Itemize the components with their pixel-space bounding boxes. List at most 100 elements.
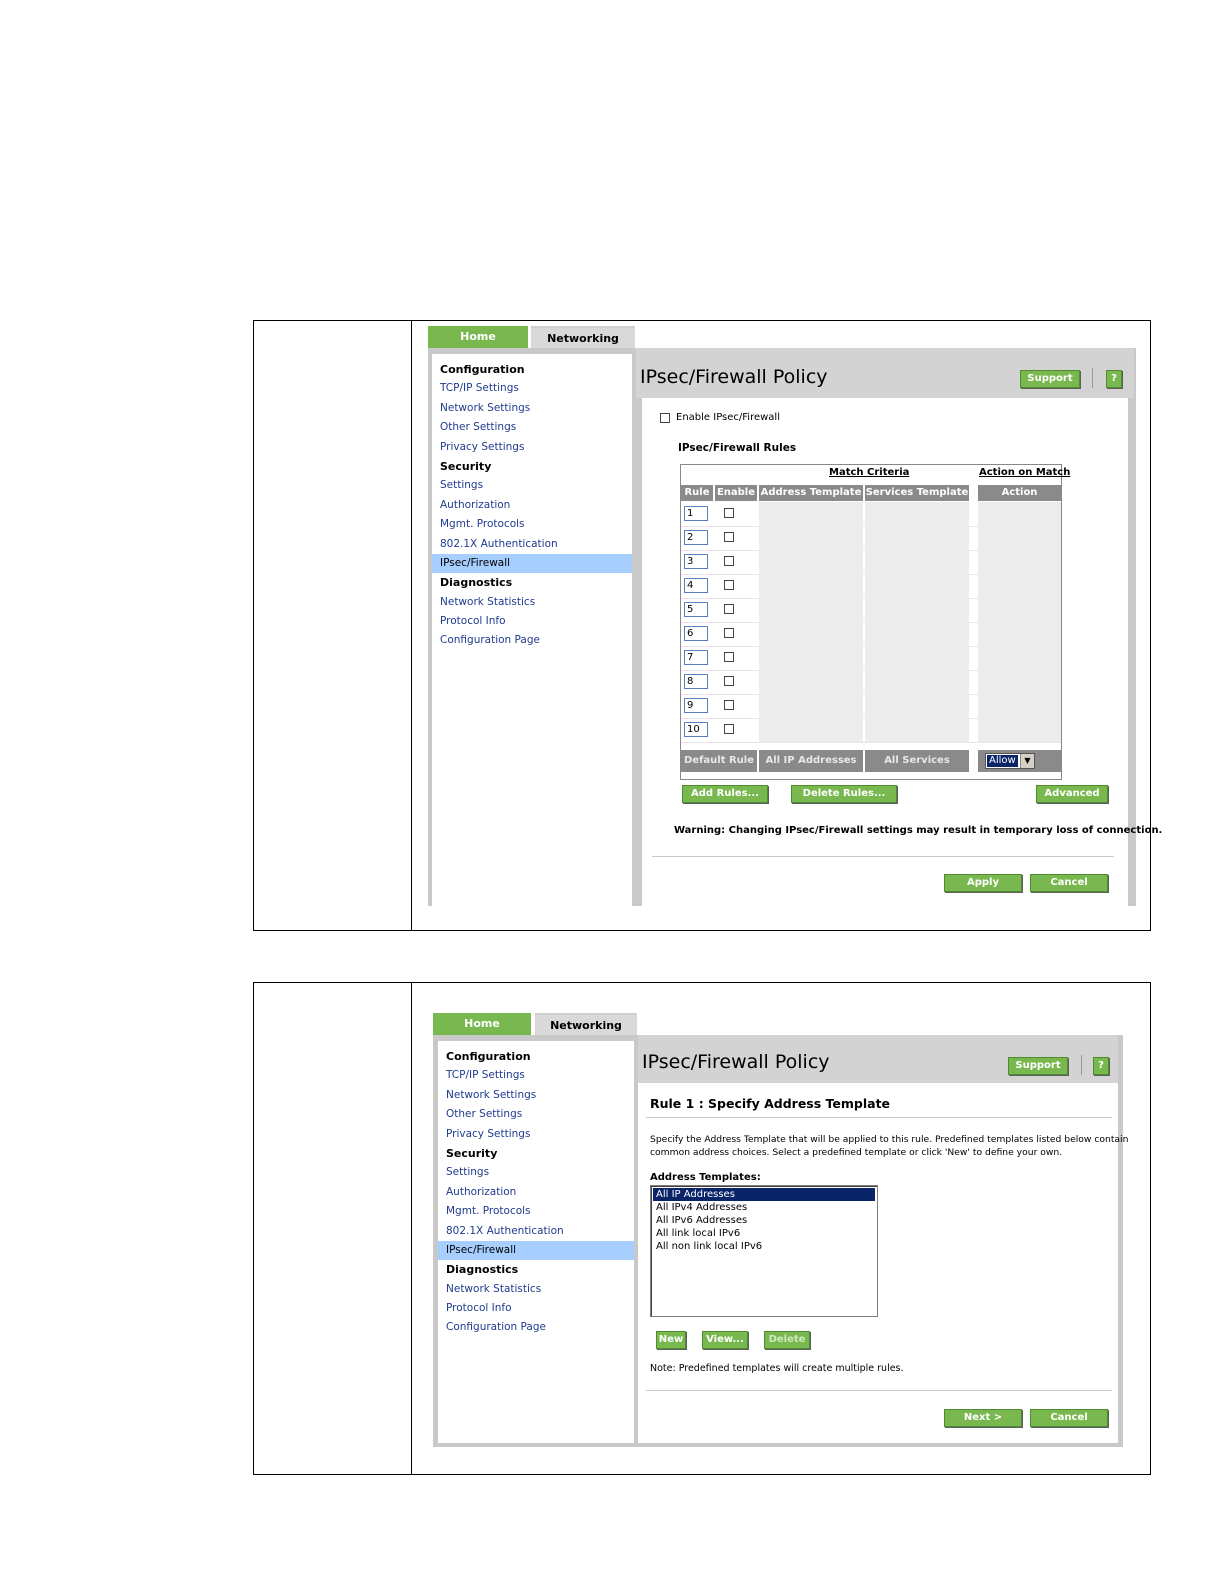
cancel-button-2[interactable]: Cancel (1030, 1409, 1108, 1427)
enable-ipsec-label: Enable IPsec/Firewall (676, 412, 780, 423)
sidebar-item-802-1x-authentication[interactable]: 802.1X Authentication (438, 1222, 634, 1241)
sidebar-item-protocol-info[interactable]: Protocol Info (432, 612, 632, 631)
action-cell (978, 646, 1061, 670)
column-headers: Rule Enable Address Template Services Te… (681, 485, 1061, 501)
address-template-cell (759, 694, 863, 718)
screen-address-template: Home Networking Configuration TCP/IP Sett… (433, 1013, 1128, 1447)
sidebar-item-authorization[interactable]: Authorization (432, 496, 632, 515)
rule-number-input[interactable]: 5 (684, 602, 708, 617)
template-options: All IP Addresses All IPv4 Addresses All IP… (653, 1188, 875, 1253)
sidebar-item-network-statistics[interactable]: Network Statistics (438, 1280, 634, 1299)
rule-enable-checkbox[interactable] (724, 700, 734, 710)
services-template-cell (865, 718, 969, 742)
action-cell (978, 598, 1061, 622)
template-option[interactable]: All IPv6 Addresses (653, 1214, 875, 1227)
sidebar-item-network-settings[interactable]: Network Settings (432, 399, 632, 418)
table-row: 3 (681, 550, 1061, 575)
apply-button[interactable]: Apply (944, 874, 1022, 892)
template-option[interactable]: All IPv4 Addresses (653, 1201, 875, 1214)
template-option[interactable]: All IP Addresses (653, 1188, 875, 1201)
sidebar-item-authorization[interactable]: Authorization (438, 1183, 634, 1202)
col-action: Action (978, 485, 1061, 501)
rule-enable-checkbox[interactable] (724, 652, 734, 662)
sidebar-item-tcp-ip-settings[interactable]: TCP/IP Settings (432, 379, 632, 398)
next-button[interactable]: Next > (944, 1409, 1022, 1427)
rule-number-input[interactable]: 6 (684, 626, 708, 641)
support-button-2[interactable]: Support (1008, 1057, 1068, 1075)
delete-button[interactable]: Delete (764, 1331, 810, 1349)
sidebar-item-tcp-ip-settings[interactable]: TCP/IP Settings (438, 1066, 634, 1085)
rule-number-input[interactable]: 2 (684, 530, 708, 545)
sidebar-item-mgmt-protocols[interactable]: Mgmt. Protocols (438, 1202, 634, 1221)
rule-number-input[interactable]: 1 (684, 506, 708, 521)
nav-list: Configuration TCP/IP Settings Network Sett… (432, 360, 632, 651)
sidebar-item-other-settings[interactable]: Other Settings (438, 1105, 634, 1124)
delete-rules-button[interactable]: Delete Rules... (791, 785, 897, 803)
col-rule: Rule (681, 485, 713, 501)
table-row: 10 (681, 718, 1061, 743)
sidebar-item-configuration-page[interactable]: Configuration Page (432, 631, 632, 650)
sidebar-item-privacy-settings[interactable]: Privacy Settings (438, 1125, 634, 1144)
action-cell (978, 718, 1061, 742)
rule-number-input[interactable]: 7 (684, 650, 708, 665)
add-rules-button[interactable]: Add Rules... (682, 785, 768, 803)
rule-enable-checkbox[interactable] (724, 676, 734, 686)
help-button-2[interactable]: ? (1093, 1057, 1109, 1075)
default-address: All IP Addresses (759, 750, 863, 772)
rule-enable-checkbox[interactable] (724, 508, 734, 518)
enable-ipsec-checkbox[interactable] (660, 413, 670, 423)
help-button[interactable]: ? (1106, 370, 1122, 388)
rule-number-input[interactable]: 8 (684, 674, 708, 689)
address-templates-list[interactable]: All IP Addresses All IPv4 Addresses All IP… (650, 1185, 878, 1317)
new-button[interactable]: New (656, 1331, 686, 1349)
sidebar-item-other-settings[interactable]: Other Settings (432, 418, 632, 437)
advanced-button[interactable]: Advanced (1036, 785, 1108, 803)
rule-enable-checkbox[interactable] (724, 532, 734, 542)
sidebar-item-protocol-info[interactable]: Protocol Info (438, 1299, 634, 1318)
divider (652, 856, 1114, 857)
services-template-cell (865, 574, 969, 598)
sidebar-item-ipsec-firewall[interactable]: IPsec/Firewall (432, 553, 632, 574)
rule-enable-checkbox[interactable] (724, 580, 734, 590)
rule-number-input[interactable]: 3 (684, 554, 708, 569)
rule-heading: Rule 1 : Specify Address Template (650, 1096, 891, 1111)
rule-enable-checkbox[interactable] (724, 604, 734, 614)
default-action-select[interactable]: Allow ▼ (985, 753, 1035, 769)
sidebar-item-configuration-page[interactable]: Configuration Page (438, 1318, 634, 1337)
tab-home[interactable]: Home (428, 326, 528, 348)
sidebar-item-ipsec-firewall[interactable]: IPsec/Firewall (438, 1240, 634, 1261)
tab-networking-2[interactable]: Networking (535, 1013, 637, 1035)
tab-networking[interactable]: Networking (531, 326, 635, 348)
rule-number-input[interactable]: 10 (684, 722, 708, 737)
sidebar-nav: Configuration TCP/IP Settings Network Sett… (432, 354, 632, 906)
template-option[interactable]: All non link local IPv6 (653, 1240, 875, 1253)
template-option[interactable]: All link local IPv6 (653, 1227, 875, 1240)
rule-number-input[interactable]: 4 (684, 578, 708, 593)
cancel-button[interactable]: Cancel (1030, 874, 1108, 892)
action-cell (978, 622, 1061, 646)
sidebar-item-settings[interactable]: Settings (432, 476, 632, 495)
sidebar-item-802-1x-authentication[interactable]: 802.1X Authentication (432, 535, 632, 554)
rule-enable-checkbox[interactable] (724, 556, 734, 566)
document-divider-1 (411, 321, 412, 930)
sidebar-item-mgmt-protocols[interactable]: Mgmt. Protocols (432, 515, 632, 534)
support-button[interactable]: Support (1020, 370, 1080, 388)
sidebar-nav-2: Configuration TCP/IP Settings Network Sett… (438, 1041, 634, 1443)
main-content: IPsec/Firewall Policy Support ? Enable I… (636, 348, 1162, 906)
col-services-template: Services Template (865, 485, 969, 501)
rule-enable-checkbox[interactable] (724, 628, 734, 638)
sidebar-item-settings[interactable]: Settings (438, 1163, 634, 1182)
default-action-value: Allow (987, 755, 1018, 767)
rule-number-input[interactable]: 9 (684, 698, 708, 713)
content-border-left (636, 398, 642, 906)
rule-enable-checkbox[interactable] (724, 724, 734, 734)
sidebar-item-privacy-settings[interactable]: Privacy Settings (432, 438, 632, 457)
sidebar-item-network-statistics[interactable]: Network Statistics (432, 593, 632, 612)
view-button[interactable]: View... (702, 1331, 748, 1349)
nav-section-diagnostics: Diagnostics (440, 576, 513, 590)
description-line-1: Specify the Address Template that will b… (650, 1134, 1129, 1145)
tab-home-2[interactable]: Home (433, 1013, 531, 1035)
address-templates-label: Address Templates: (650, 1172, 761, 1183)
sidebar-item-network-settings[interactable]: Network Settings (438, 1086, 634, 1105)
services-template-cell (865, 598, 969, 622)
